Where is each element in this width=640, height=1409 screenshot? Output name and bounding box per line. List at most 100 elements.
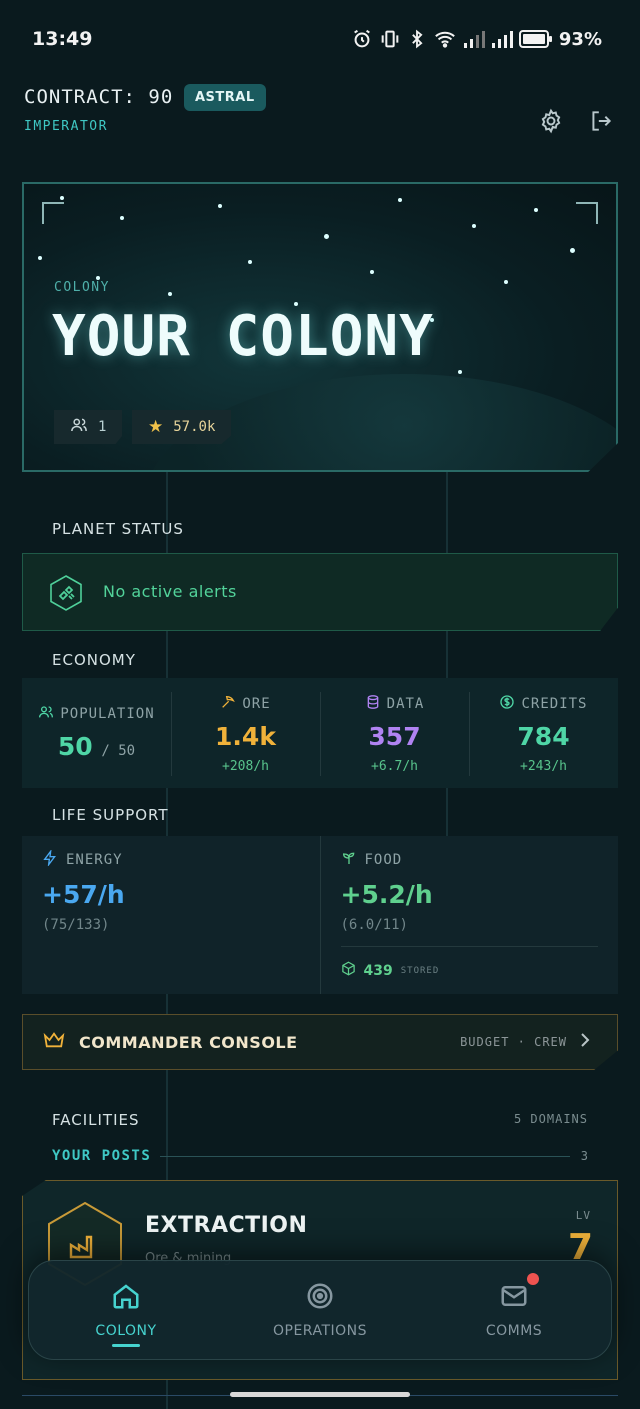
food-value: +5.2/h (340, 880, 433, 909)
status-time: 13:49 (32, 28, 93, 50)
pickaxe-icon (220, 694, 236, 714)
signal-icon-2 (491, 29, 513, 49)
population-stat[interactable]: POPULATION 50 / 50 (22, 678, 171, 788)
life-support-panel: ENERGY +57/h (75/133) FOOD +5.2/h (6.0/1… (22, 836, 618, 994)
population-label: POPULATION (60, 706, 155, 722)
star (370, 270, 374, 274)
energy-label: ENERGY (66, 852, 123, 868)
battery-percent: 93% (558, 28, 602, 50)
logout-icon[interactable] (588, 108, 616, 136)
star (458, 370, 462, 374)
food-stored-row: 439 STORED (340, 946, 598, 980)
contract-label: CONTRACT: 90 (24, 86, 174, 108)
star (38, 256, 42, 260)
settings-gear-icon[interactable] (538, 108, 566, 136)
facilities-count: 5 DOMAINS (513, 1112, 588, 1126)
alert-message: No active alerts (103, 582, 237, 601)
facility-name: EXTRACTION (145, 1213, 308, 1238)
food-stored-value: 439 (363, 962, 393, 979)
star (248, 260, 252, 264)
star (534, 208, 538, 212)
star (60, 196, 64, 200)
crown-icon (43, 1031, 65, 1053)
posts-divider (160, 1156, 570, 1157)
star (398, 198, 402, 202)
console-title: COMMANDER CONSOLE (79, 1032, 298, 1052)
life-support-heading: LIFE SUPPORT (52, 806, 169, 824)
alert-panel: No active alerts (22, 553, 618, 631)
chevron-right-icon (579, 1032, 591, 1052)
sprout-icon (341, 850, 357, 870)
users-icon (38, 704, 54, 724)
data-label-row: DATA (320, 694, 469, 714)
nav-operations[interactable]: OPERATIONS (223, 1261, 417, 1359)
colony-hero-card[interactable]: COLONY YOUR COLONY 1 ★ 57.0k (22, 182, 618, 472)
data-rate: +6.7/h (371, 759, 418, 774)
ore-rate: +208/h (222, 759, 269, 774)
nav-comms[interactable]: COMMS (417, 1261, 611, 1359)
food-label-row: FOOD (341, 850, 599, 870)
users-icon (70, 416, 88, 438)
food-stored-label: STORED (400, 965, 440, 976)
population-value: 50 (57, 732, 93, 761)
economy-heading: ECONOMY (52, 651, 136, 669)
tier-badge: ASTRAL (184, 84, 266, 111)
coin-icon (499, 694, 515, 714)
energy-stat[interactable]: ENERGY +57/h (75/133) (22, 836, 320, 994)
credits-rate: +243/h (520, 759, 567, 774)
food-label: FOOD (364, 852, 403, 868)
lightning-icon (42, 848, 58, 870)
ore-stat[interactable]: ORE 1.4k +208/h (171, 678, 320, 788)
rank-label: IMPERATOR (24, 119, 108, 134)
food-stat[interactable]: FOOD +5.2/h (6.0/11) 439 STORED (319, 836, 619, 994)
stars-chip[interactable]: ★ 57.0k (132, 410, 232, 444)
ore-label: ORE (242, 696, 271, 712)
nav-operations-label: OPERATIONS (272, 1323, 368, 1339)
nav-comms-label: COMMS (485, 1323, 543, 1339)
economy-panel: POPULATION 50 / 50 ORE 1.4k +208/h DATA … (22, 678, 618, 788)
population-label-row: POPULATION (22, 704, 171, 724)
hero-subtitle: COLONY (54, 280, 110, 295)
members-chip[interactable]: 1 (54, 410, 123, 444)
vibrate-icon (379, 28, 401, 50)
facilities-heading: FACILITIES (52, 1111, 140, 1129)
star (218, 204, 222, 208)
food-sub: (6.0/11) (340, 917, 408, 933)
energy-value: +57/h (42, 880, 125, 909)
your-posts-label: YOUR POSTS (52, 1148, 152, 1164)
home-indicator[interactable] (230, 1392, 410, 1397)
bluetooth-icon (407, 28, 427, 50)
active-indicator (112, 1344, 140, 1347)
energy-label-row: ENERGY (42, 848, 300, 870)
data-label: DATA (386, 696, 425, 712)
star (120, 216, 124, 220)
signal-icon (463, 29, 485, 49)
stars-count: 57.0k (173, 419, 216, 435)
facility-level-label: LV (575, 1209, 591, 1222)
credits-label: CREDITS (521, 696, 588, 712)
credits-stat[interactable]: CREDITS 784 +243/h (469, 678, 618, 788)
nav-colony-label: COLONY (95, 1323, 157, 1339)
posts-count: 3 (580, 1149, 588, 1163)
star (472, 224, 476, 228)
status-icons: 93% (351, 28, 602, 50)
population-max: / 50 (101, 743, 136, 759)
ore-value: 1.4k (215, 722, 276, 751)
star (168, 292, 172, 296)
home-icon (111, 1281, 141, 1315)
colony-title: YOUR COLONY (52, 304, 434, 369)
data-stat[interactable]: DATA 357 +6.7/h (320, 678, 469, 788)
population-value-row: 50 / 50 (22, 732, 171, 761)
planet-status-heading: PLANET STATUS (52, 520, 184, 538)
nav-colony[interactable]: COLONY (29, 1261, 223, 1359)
alarm-icon (351, 28, 373, 50)
star-icon: ★ (148, 417, 164, 437)
frame-corner (42, 202, 64, 224)
bottom-nav: COLONY OPERATIONS COMMS (28, 1260, 612, 1360)
ore-label-row: ORE (171, 694, 320, 714)
database-icon (365, 694, 381, 714)
star (504, 280, 508, 284)
star (324, 234, 329, 239)
energy-sub: (75/133) (42, 917, 110, 933)
commander-console-button[interactable]: COMMANDER CONSOLE BUDGET · CREW (22, 1014, 618, 1070)
